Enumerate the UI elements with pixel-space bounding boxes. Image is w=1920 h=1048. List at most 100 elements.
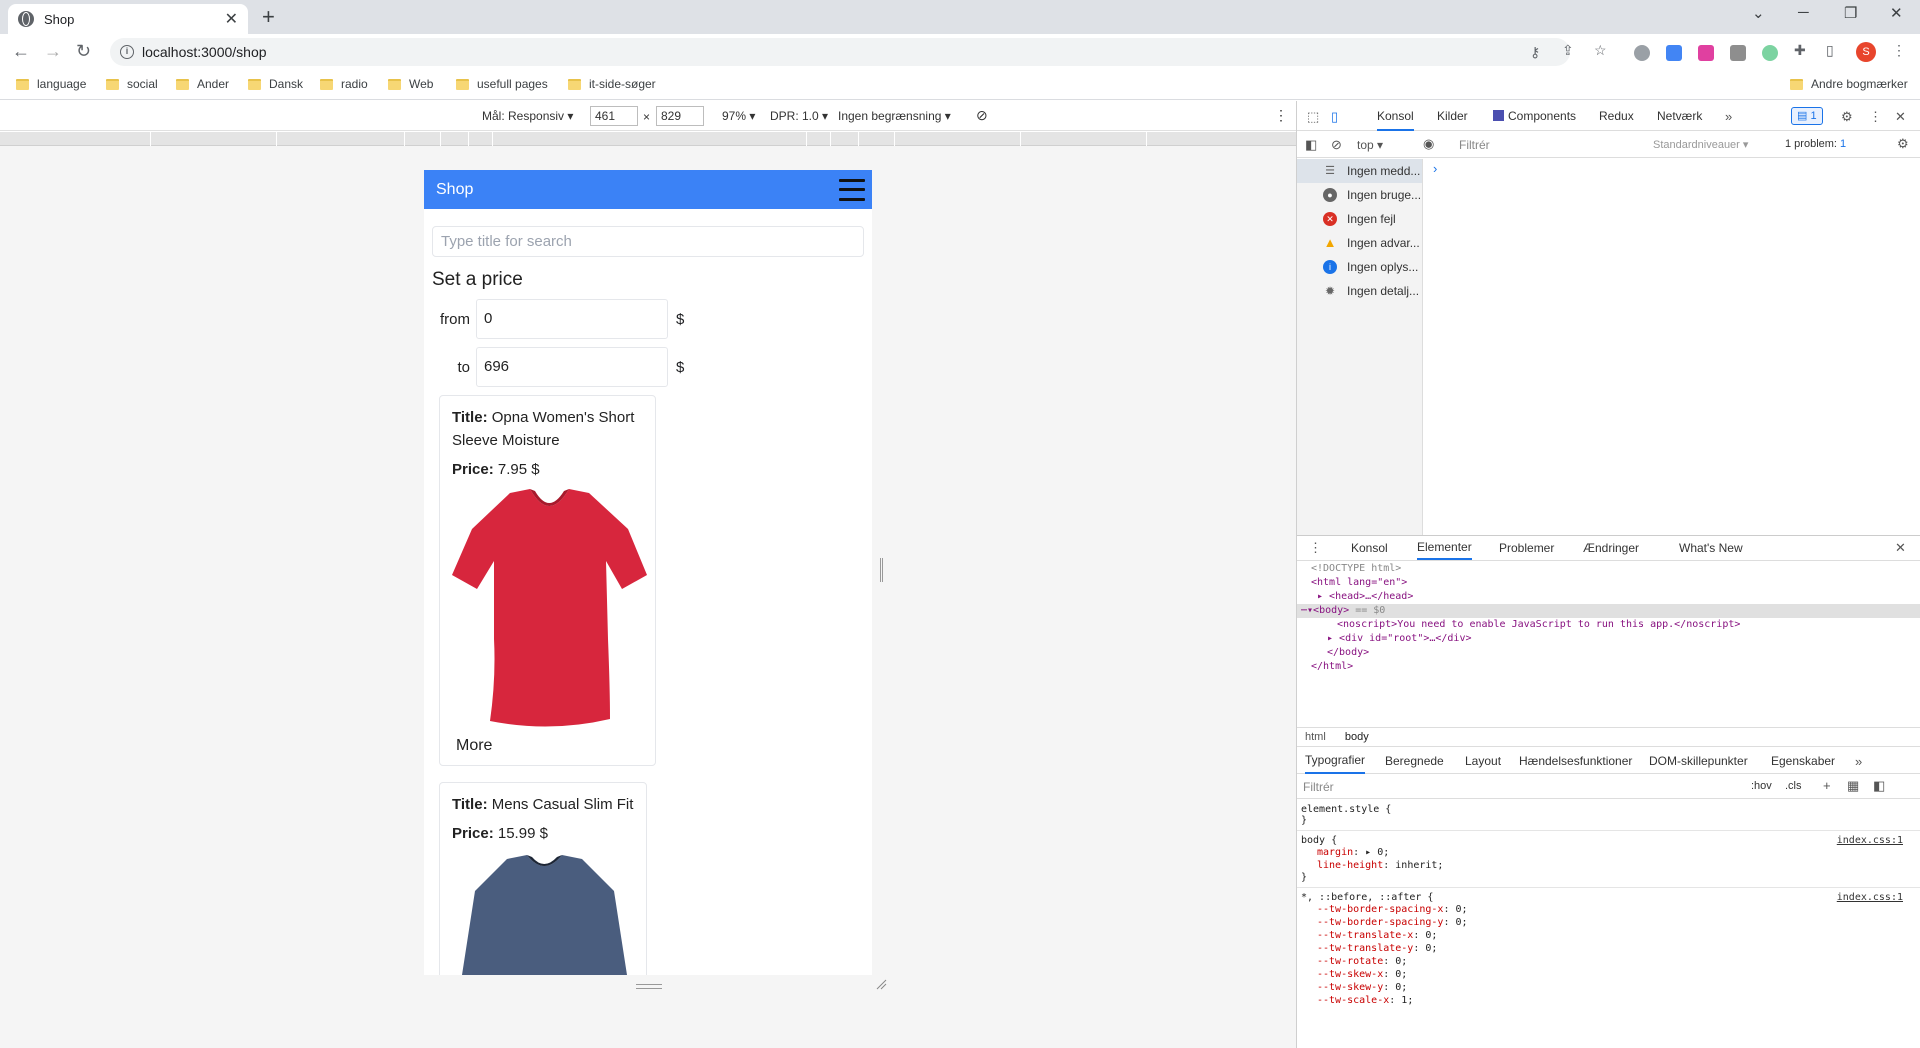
dom-doctype[interactable]: <!DOCTYPE html>: [1297, 562, 1920, 576]
close-drawer-icon[interactable]: ✕: [1895, 540, 1906, 556]
paint-icon[interactable]: ▦: [1847, 778, 1859, 794]
sidebar-item-info[interactable]: i Ingen oplys...: [1297, 255, 1422, 279]
tab-redux[interactable]: Redux: [1599, 101, 1634, 131]
console-filter-input[interactable]: Filtrér: [1455, 136, 1651, 154]
right-resize-handle[interactable]: [880, 558, 883, 582]
dpr-select[interactable]: DPR: 1.0 ▾: [770, 109, 828, 123]
sidebar-item-verbose[interactable]: ✹ Ingen detalj...: [1297, 279, 1422, 303]
rule-property[interactable]: --tw-rotate: 0;: [1301, 955, 1920, 968]
breadcrumb-html[interactable]: html: [1305, 731, 1326, 743]
tab-network[interactable]: Netværk: [1657, 101, 1702, 131]
close-window-button[interactable]: ✕: [1890, 4, 1903, 22]
key-icon[interactable]: ⚷: [1530, 44, 1540, 61]
dom-body-close[interactable]: </body>: [1297, 646, 1920, 660]
rule-property[interactable]: --tw-border-spacing-y: 0;: [1301, 916, 1920, 929]
more-options-icon[interactable]: ⋮: [1274, 107, 1288, 124]
style-rule-element[interactable]: element.style { }: [1297, 800, 1920, 831]
tab-event-listeners[interactable]: Hændelsesfunktioner: [1519, 748, 1632, 774]
sidebar-item-messages[interactable]: ☰ Ingen medd...: [1297, 159, 1422, 183]
tab-console[interactable]: Konsol: [1377, 101, 1414, 131]
zoom-select[interactable]: 97% ▾: [722, 109, 755, 123]
eye-icon[interactable]: ◉: [1423, 136, 1434, 152]
dom-noscript[interactable]: <noscript>You need to enable JavaScript …: [1297, 618, 1920, 632]
inspect-element-icon[interactable]: ⬚: [1307, 109, 1319, 125]
tab-styles[interactable]: Typografier: [1305, 748, 1366, 774]
computed-toggle-icon[interactable]: ◧: [1873, 778, 1885, 794]
styles-filter-input[interactable]: Filtrér: [1303, 780, 1334, 794]
brand[interactable]: Shop: [436, 181, 473, 199]
bookmark-usefull-pages[interactable]: usefull pages: [456, 77, 548, 91]
product-card[interactable]: Title: Opna Women's Short Sleeve Moistur…: [439, 395, 656, 766]
rule-property[interactable]: margin: ▸ 0;: [1301, 846, 1920, 859]
devtools-menu-icon[interactable]: ⋮: [1869, 109, 1882, 125]
vue-devtools-icon[interactable]: [1730, 45, 1746, 61]
tab-search-icon[interactable]: ⌄: [1752, 4, 1765, 22]
minimize-button[interactable]: ─: [1798, 4, 1809, 21]
tab-dom-breakpoints[interactable]: DOM-skillepunkter: [1649, 748, 1748, 774]
color-extension-icon[interactable]: [1698, 45, 1714, 61]
hov-button[interactable]: :hov: [1751, 780, 1772, 792]
rule-property[interactable]: --tw-skew-x: 0;: [1301, 968, 1920, 981]
settings-icon[interactable]: ⚙: [1841, 109, 1853, 125]
issues-badge[interactable]: ▤ 1: [1791, 107, 1823, 125]
bookmark-language[interactable]: language: [16, 77, 86, 91]
search-input[interactable]: Type title for search: [432, 226, 864, 257]
rule-property[interactable]: --tw-translate-x: 0;: [1301, 929, 1920, 942]
reload-button[interactable]: ↻: [76, 40, 91, 62]
device-select[interactable]: Mål: Responsiv ▾: [482, 109, 573, 123]
drawer-tab-problems[interactable]: Problemer: [1499, 536, 1554, 560]
add-rule-icon[interactable]: +: [1823, 778, 1831, 793]
sidebar-item-warnings[interactable]: ▲ Ingen advar...: [1297, 231, 1422, 255]
rule-source-link[interactable]: index.css:1: [1837, 892, 1903, 903]
more-tabs-icon[interactable]: »: [1725, 109, 1732, 124]
product-card[interactable]: Title: Mens Casual Slim Fit Price: 15.99…: [439, 782, 647, 975]
rule-property[interactable]: --tw-border-spacing-x: 0;: [1301, 903, 1920, 916]
bookmark-ander[interactable]: Ander: [176, 77, 229, 91]
drawer-tab-elements[interactable]: Elementer: [1417, 536, 1472, 560]
device-width-input[interactable]: 461: [590, 106, 638, 126]
dom-html-close[interactable]: </html>: [1297, 660, 1920, 674]
back-button[interactable]: ←: [12, 40, 30, 62]
tab-properties[interactable]: Egenskaber: [1771, 748, 1835, 774]
console-settings-icon[interactable]: ⚙: [1897, 136, 1909, 152]
browser-tab-shop[interactable]: Shop ✕: [8, 4, 248, 34]
dom-head[interactable]: ▸ <head>…</head>: [1297, 590, 1920, 604]
dom-body[interactable]: ⋯▾<body> == $0: [1297, 604, 1920, 618]
rotate-icon[interactable]: ⊘: [976, 107, 988, 124]
more-style-tabs-icon[interactable]: »: [1855, 754, 1862, 769]
more-link[interactable]: More: [452, 737, 643, 755]
bottom-resize-handle[interactable]: [636, 984, 662, 989]
tab-sources[interactable]: Kilder: [1437, 101, 1468, 131]
console-prompt-icon[interactable]: ›: [1433, 161, 1437, 176]
address-bar[interactable]: i localhost:3000/shop: [110, 38, 1570, 66]
rule-property[interactable]: --tw-translate-y: 0;: [1301, 942, 1920, 955]
side-panel-icon[interactable]: ▯: [1826, 42, 1834, 59]
bookmark-web[interactable]: Web: [388, 77, 433, 91]
price-from-input[interactable]: 0: [476, 299, 668, 339]
close-devtools-icon[interactable]: ✕: [1895, 109, 1906, 125]
sidebar-toggle-icon[interactable]: ◧: [1305, 137, 1317, 153]
maximize-button[interactable]: ❐: [1844, 4, 1857, 22]
throttle-select[interactable]: Ingen begrænsning ▾: [838, 109, 951, 123]
share-icon[interactable]: ⇪: [1562, 42, 1574, 59]
bookmark-radio[interactable]: radio: [320, 77, 368, 91]
close-tab-icon[interactable]: ✕: [225, 9, 238, 29]
context-select[interactable]: top ▾: [1357, 138, 1383, 152]
drawer-tab-console[interactable]: Konsol: [1351, 536, 1388, 560]
forward-button[interactable]: →: [44, 40, 62, 62]
rule-property[interactable]: --tw-skew-y: 0;: [1301, 981, 1920, 994]
media-query-ruler[interactable]: [0, 132, 1296, 146]
clear-console-icon[interactable]: ⊘: [1331, 137, 1342, 153]
dom-root-div[interactable]: ▸ <div id="root">…</div>: [1297, 632, 1920, 646]
rule-source-link[interactable]: index.css:1: [1837, 835, 1903, 846]
style-rule-body[interactable]: body { index.css:1 margin: ▸ 0; line-hei…: [1297, 831, 1920, 888]
bookmark-it-side-soger[interactable]: it-side-søger: [568, 77, 656, 91]
drawer-tab-whats-new[interactable]: What's New: [1679, 536, 1743, 560]
other-bookmarks[interactable]: Andre bogmærker: [1790, 77, 1908, 91]
star-icon[interactable]: ☆: [1594, 42, 1607, 59]
puzzle-icon[interactable]: ✚: [1794, 42, 1806, 59]
device-toggle-icon[interactable]: ▯: [1331, 109, 1338, 125]
bookmark-dansk[interactable]: Dansk: [248, 77, 303, 91]
hamburger-menu-icon[interactable]: [839, 178, 865, 201]
dom-html-open[interactable]: <html lang="en">: [1297, 576, 1920, 590]
